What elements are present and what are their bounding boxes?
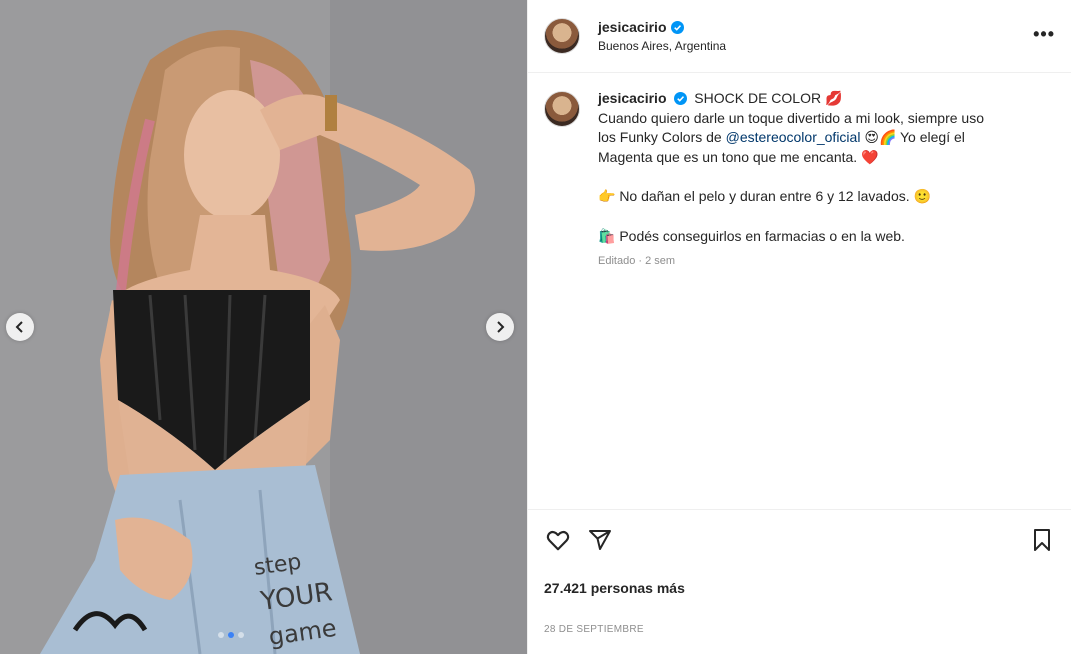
post-header: jesicacirio Buenos Aires, Argentina •••	[528, 0, 1071, 73]
caption-text: 😍🌈 Yo elegí el	[860, 129, 965, 145]
share-button[interactable]	[586, 526, 614, 554]
verified-badge-icon	[670, 20, 684, 34]
carousel-dot	[218, 632, 224, 638]
caption-username-link[interactable]: jesicacirio	[598, 90, 667, 106]
caption-avatar[interactable]	[544, 91, 580, 127]
carousel-dot	[238, 632, 244, 638]
edited-timestamp: Editado · 2 sem	[598, 255, 676, 267]
caption-line: 🛍️ Podés conseguirlos en farmacias o en …	[598, 227, 905, 244]
instagram-post: step YOUR game jesicacirio Buenos Aires,…	[0, 0, 1071, 654]
chevron-right-icon	[497, 321, 505, 333]
caption-line: Cuando quiero darle un toque divertido a…	[598, 109, 985, 126]
post-date[interactable]: 28 DE SEPTIEMBRE	[544, 624, 1056, 635]
carousel-indicator	[218, 632, 244, 638]
mention-link[interactable]: @estereocolor_oficial	[726, 129, 861, 145]
caption-line: Magenta que es un tono que me encanta. ❤…	[598, 148, 879, 165]
avatar[interactable]	[544, 18, 580, 54]
previous-photo-button[interactable]	[6, 313, 34, 341]
carousel-dot-active	[228, 632, 234, 638]
paper-plane-icon	[589, 530, 611, 550]
post-actions: 27.421 personas más 28 DE SEPTIEMBRE	[528, 509, 1071, 635]
like-button[interactable]	[544, 526, 572, 554]
save-button[interactable]	[1028, 526, 1056, 554]
header-text: jesicacirio Buenos Aires, Argentina	[598, 19, 726, 53]
caption-first-line: jesicacirio SHOCK DE COLOR 💋	[598, 89, 1038, 109]
post-media[interactable]: step YOUR game	[0, 0, 527, 654]
action-row	[544, 524, 1056, 556]
caption: jesicacirio SHOCK DE COLOR 💋 Cuando quie…	[528, 73, 1071, 272]
username-link[interactable]: jesicacirio	[598, 19, 667, 35]
post-photo: step YOUR game	[0, 0, 527, 654]
caption-text: los Funky Colors de	[598, 129, 726, 145]
bookmark-icon	[1034, 529, 1050, 551]
caption-line: los Funky Colors de @estereocolor_oficia…	[598, 128, 1038, 148]
location-link[interactable]: Buenos Aires, Argentina	[598, 39, 726, 53]
heart-icon	[546, 530, 570, 551]
caption-body: jesicacirio SHOCK DE COLOR 💋 Cuando quie…	[598, 89, 1038, 272]
post-details-panel: jesicacirio Buenos Aires, Argentina ••• …	[527, 0, 1071, 654]
caption-line: 👉 No dañan el pelo y duran entre 6 y 12 …	[598, 188, 931, 204]
verified-badge-icon	[674, 92, 688, 105]
user-row: jesicacirio	[598, 19, 726, 35]
more-options-button[interactable]: •••	[1033, 24, 1055, 45]
next-photo-button[interactable]	[486, 313, 514, 341]
likes-count[interactable]: 27.421 personas más	[544, 580, 1056, 596]
chevron-left-icon	[15, 321, 23, 333]
caption-title: SHOCK DE COLOR 💋	[694, 90, 843, 106]
